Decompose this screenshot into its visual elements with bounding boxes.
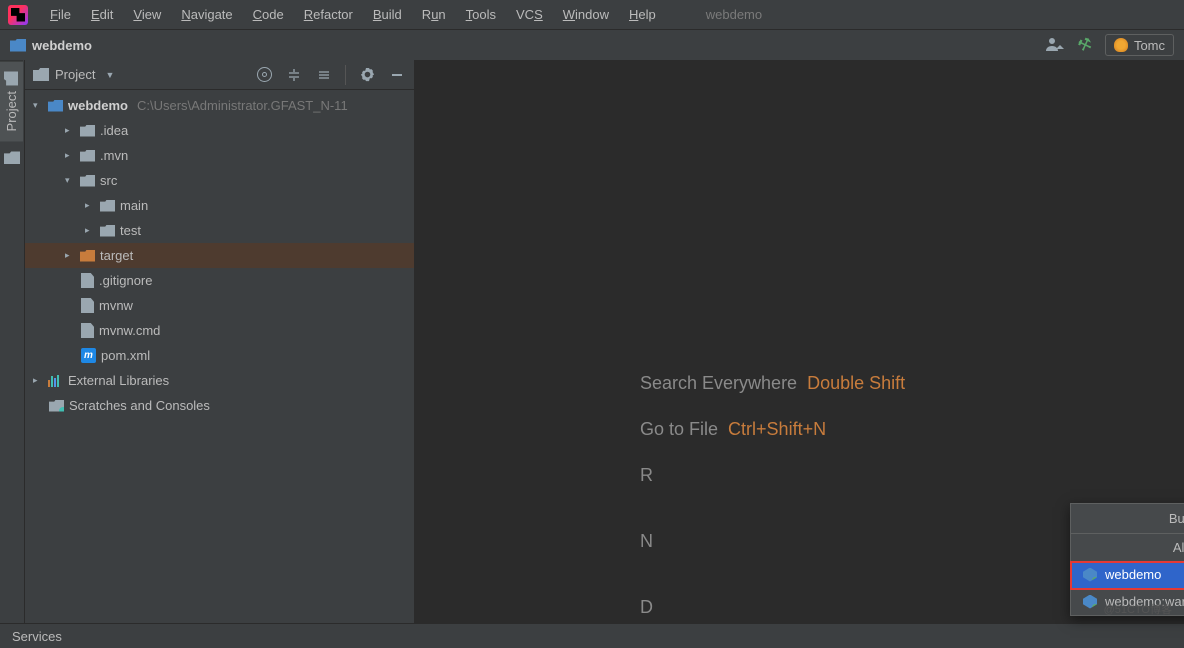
- expand-arrow-icon[interactable]: ▸: [65, 125, 75, 136]
- popup-all-artifacts[interactable]: All Artifacts ▶: [1071, 534, 1184, 561]
- menu-view[interactable]: View: [123, 7, 171, 22]
- watermark: @51CTO博客: [1104, 601, 1172, 617]
- editor-area: Search Everywhere Double Shift Go to Fil…: [415, 60, 1184, 623]
- settings-gear-icon[interactable]: [358, 66, 376, 84]
- app-icon: [8, 5, 28, 25]
- hint-nav-partial: N: [640, 518, 905, 564]
- menu-code[interactable]: Code: [243, 7, 294, 22]
- project-tree: ▾ webdemo C:\Users\Administrator.GFAST_N…: [25, 90, 414, 623]
- project-view-label[interactable]: Project: [55, 67, 95, 82]
- folder-icon: [80, 125, 95, 137]
- tree-root[interactable]: ▾ webdemo C:\Users\Administrator.GFAST_N…: [25, 93, 414, 118]
- left-gutter: Project: [0, 60, 25, 623]
- expand-arrow-icon[interactable]: ▸: [65, 150, 75, 161]
- menu-vcs[interactable]: VCS: [506, 7, 553, 22]
- tree-pom[interactable]: m pom.xml: [25, 343, 414, 368]
- tree-external-libraries[interactable]: ▸ External Libraries: [25, 368, 414, 393]
- expand-arrow-icon[interactable]: ▸: [33, 375, 43, 386]
- expand-arrow-icon[interactable]: ▸: [65, 250, 75, 261]
- tree-mvnw-cmd[interactable]: mvnw.cmd: [25, 318, 414, 343]
- project-panel-header: Project ▼: [25, 60, 414, 90]
- menu-tools[interactable]: Tools: [456, 7, 506, 22]
- expand-all-button[interactable]: [285, 66, 303, 84]
- tree-src[interactable]: ▾ src: [25, 168, 414, 193]
- menu-build[interactable]: Build: [363, 7, 412, 22]
- breadcrumb[interactable]: webdemo: [32, 38, 92, 53]
- build-hammer-icon[interactable]: ⚒: [1072, 32, 1098, 58]
- hint-goto-label: Go to File: [640, 419, 718, 439]
- tree-mvnw[interactable]: mvnw: [25, 293, 414, 318]
- hint-goto-key: Ctrl+Shift+N: [728, 419, 826, 439]
- user-icon[interactable]: [1045, 35, 1065, 55]
- file-icon: [81, 323, 94, 338]
- hint-recent-partial: R: [640, 452, 905, 498]
- menu-file[interactable]: File: [40, 7, 81, 22]
- menu-navigate[interactable]: Navigate: [171, 7, 242, 22]
- maven-icon: m: [81, 348, 96, 363]
- popup-title: Build Artifact: [1071, 504, 1184, 534]
- folder-icon: [80, 150, 95, 162]
- menu-run[interactable]: Run: [412, 7, 456, 22]
- hint-search-label: Search Everywhere: [640, 373, 797, 393]
- expand-arrow-icon[interactable]: ▸: [85, 200, 95, 211]
- tree-idea[interactable]: ▸ .idea: [25, 118, 414, 143]
- collapse-all-button[interactable]: [315, 66, 333, 84]
- build-artifact-popup: Build Artifact All Artifacts ▶ webdemo ▶…: [1070, 503, 1184, 616]
- dropdown-arrow-icon[interactable]: ▼: [105, 70, 114, 80]
- run-config-dropdown[interactable]: Tomc: [1105, 34, 1174, 56]
- artifact-icon: [1083, 595, 1097, 609]
- tree-gitignore[interactable]: .gitignore: [25, 268, 414, 293]
- structure-tab-icon[interactable]: [4, 151, 20, 164]
- menu-refactor[interactable]: Refactor: [294, 7, 363, 22]
- project-tab-icon: [5, 71, 19, 85]
- artifact-icon: [1083, 568, 1097, 582]
- folder-icon: [80, 175, 95, 187]
- menubar: File Edit View Navigate Code Refactor Bu…: [0, 0, 1184, 30]
- module-folder-icon: [48, 100, 63, 112]
- tomcat-icon: [1114, 38, 1128, 52]
- expand-arrow-icon[interactable]: ▾: [65, 175, 75, 186]
- run-config-label: Tomc: [1134, 38, 1165, 53]
- project-tool-window: Project ▼ ▾ webdemo C:\Users\Administrat…: [25, 60, 415, 623]
- tree-test[interactable]: ▸ test: [25, 218, 414, 243]
- file-icon: [81, 298, 94, 313]
- expand-arrow-icon[interactable]: ▾: [33, 100, 43, 111]
- project-name-label: webdemo: [706, 7, 762, 22]
- excluded-folder-icon: [80, 250, 95, 262]
- statusbar: Services: [0, 623, 1184, 648]
- folder-icon: [100, 200, 115, 212]
- folder-icon: [100, 225, 115, 237]
- libraries-icon: [48, 375, 63, 387]
- tree-scratches[interactable]: Scratches and Consoles: [25, 393, 414, 418]
- tree-main[interactable]: ▸ main: [25, 193, 414, 218]
- project-view-icon: [33, 68, 49, 81]
- project-tool-tab[interactable]: Project: [0, 60, 23, 141]
- popup-artifact-webdemo[interactable]: webdemo ▶: [1071, 561, 1184, 588]
- welcome-hints: Search Everywhere Double Shift Go to Fil…: [640, 360, 905, 630]
- hide-button[interactable]: [388, 66, 406, 84]
- navbar: webdemo ⚒ Tomc: [0, 30, 1184, 60]
- select-opened-file-button[interactable]: [255, 66, 273, 84]
- tree-target[interactable]: ▸ target: [25, 243, 414, 268]
- tree-mvn[interactable]: ▸ .mvn: [25, 143, 414, 168]
- file-icon: [81, 273, 94, 288]
- menu-edit[interactable]: Edit: [81, 7, 123, 22]
- scratches-icon: [49, 400, 64, 412]
- menu-window[interactable]: Window: [553, 7, 619, 22]
- hint-search-key: Double Shift: [807, 373, 905, 393]
- menu-help[interactable]: Help: [619, 7, 666, 22]
- breadcrumb-folder-icon: [10, 39, 26, 52]
- services-tool-button[interactable]: Services: [12, 629, 62, 644]
- expand-arrow-icon[interactable]: ▸: [85, 225, 95, 236]
- hint-drop-partial: D: [640, 584, 905, 630]
